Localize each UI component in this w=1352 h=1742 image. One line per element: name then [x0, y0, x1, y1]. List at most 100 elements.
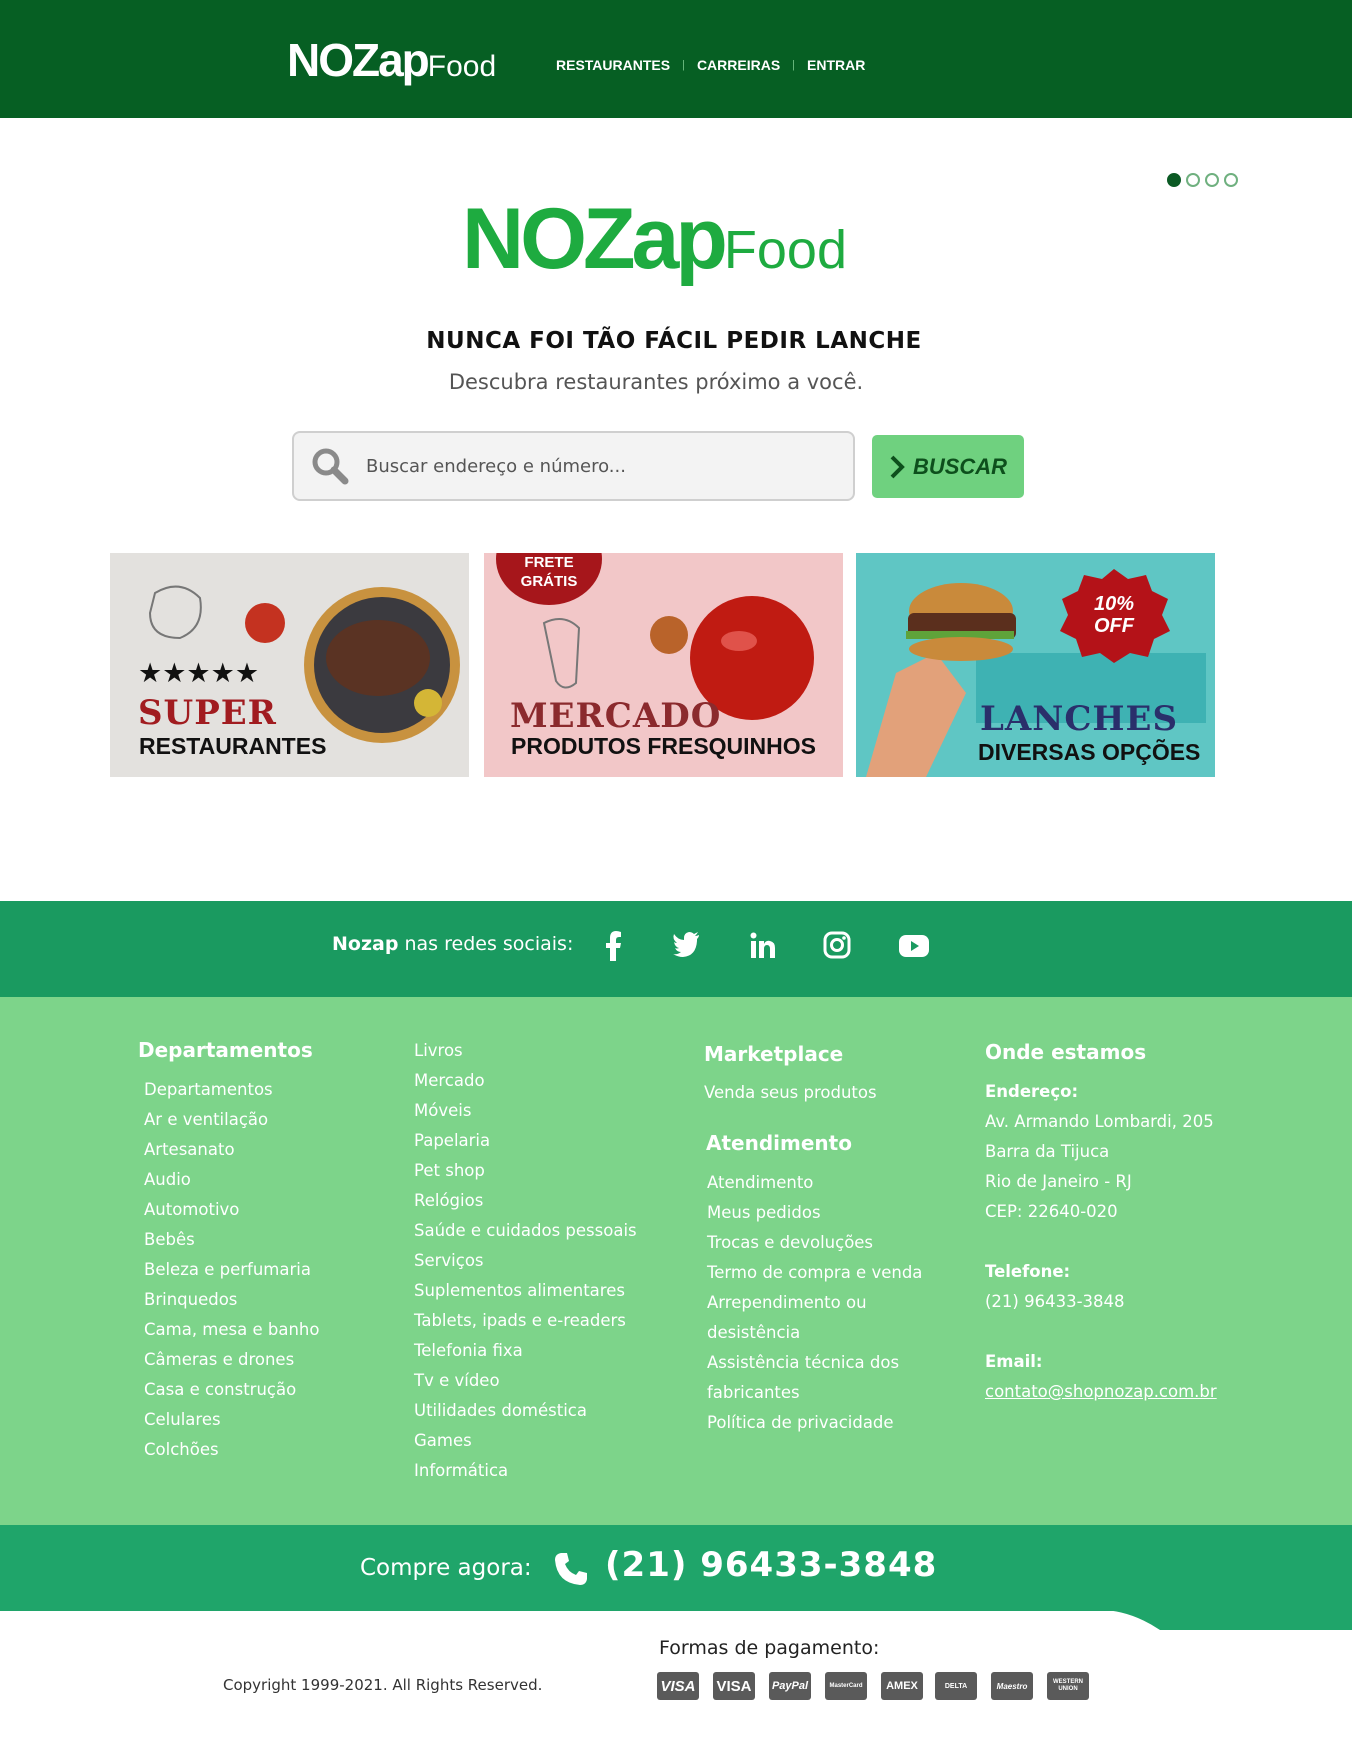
card-title: SUPER [138, 693, 277, 733]
card-subtitle: DIVERSAS OPÇÕES [978, 739, 1201, 765]
footer-link[interactable]: Beleza e perfumaria [144, 1255, 319, 1285]
footer-link[interactable]: Meus pedidos [707, 1198, 922, 1228]
footer-link[interactable]: Relógios [414, 1186, 637, 1216]
cta-label: Compre agora: [360, 1555, 532, 1581]
hero-headline: NUNCA FOI TÃO FÁCIL PEDIR LANCHE [426, 328, 922, 354]
footer-link[interactable]: Artesanato [144, 1135, 319, 1165]
card-title: MERCADO [510, 696, 722, 736]
payment-label: Formas de pagamento: [659, 1637, 880, 1659]
carousel-dot-3[interactable] [1205, 173, 1219, 187]
nav-entrar[interactable]: ENTRAR [807, 57, 865, 73]
cta-phone[interactable]: (21) 96433-3848 [605, 1545, 937, 1585]
footer-link[interactable]: Departamentos [144, 1075, 319, 1105]
footer-link[interactable]: Tv e vídeo [414, 1366, 637, 1396]
footer-link[interactable]: Venda seus produtos [704, 1078, 877, 1108]
youtube-icon[interactable] [899, 935, 929, 957]
footer-link[interactable]: Pet shop [414, 1156, 637, 1186]
footer-link[interactable]: Livros [414, 1036, 637, 1066]
facebook-icon[interactable] [604, 931, 622, 961]
footer-link[interactable]: Móveis [414, 1096, 637, 1126]
twitter-icon[interactable] [672, 931, 700, 959]
card-title: LANCHES [980, 699, 1179, 739]
rating-stars: ★★★★★ [138, 658, 260, 689]
promo-card-restaurantes[interactable]: ★★★★★ SUPER RESTAURANTES [110, 553, 469, 777]
footer-link[interactable]: desistência [707, 1318, 922, 1348]
promo-card-lanches[interactable]: 10% OFF LANCHES DIVERSAS OPÇÕES [856, 553, 1215, 777]
phone-label: Telefone: [985, 1262, 1071, 1281]
footer-link[interactable]: Assistência técnica dos [707, 1348, 922, 1378]
footer-link[interactable]: Tablets, ipads e e-readers [414, 1306, 637, 1336]
promo-card-mercado[interactable]: FRETE GRÁTIS MERCADO PRODUTOS FRESQUINHO… [484, 553, 843, 777]
search-input[interactable] [366, 455, 826, 477]
instagram-icon[interactable] [823, 931, 851, 959]
footer-link[interactable]: Mercado [414, 1066, 637, 1096]
address-line: Av. Armando Lombardi, 205 [985, 1112, 1214, 1131]
delta-icon: DELTA [935, 1672, 977, 1700]
footer-link[interactable]: Telefonia fixa [414, 1336, 637, 1366]
footer-link[interactable]: Audio [144, 1165, 319, 1195]
footer-link[interactable]: Celulares [144, 1405, 319, 1435]
footer-link[interactable]: Política de privacidade [707, 1408, 922, 1438]
footer-link[interactable]: Informática [414, 1456, 637, 1486]
footer-link[interactable]: Cama, mesa e banho [144, 1315, 319, 1345]
marketplace-title: Marketplace [704, 1042, 844, 1066]
search-button[interactable]: BUSCAR [872, 435, 1024, 498]
footer-link[interactable]: Ar e ventilação [144, 1105, 319, 1135]
footer-link[interactable]: Automotivo [144, 1195, 319, 1225]
linkedin-icon[interactable] [750, 931, 776, 959]
phone-value: (21) 96433-3848 [985, 1292, 1125, 1311]
hero-logo-bold: NOZap [462, 191, 728, 287]
footer-link[interactable]: Saúde e cuidados pessoais [414, 1216, 637, 1246]
marketplace-list: Venda seus produtos [704, 1078, 877, 1108]
social-label: Nozap nas redes sociais: [332, 933, 573, 955]
footer-link[interactable]: Arrependimento ou [707, 1288, 922, 1318]
footer-link[interactable]: Serviços [414, 1246, 637, 1276]
nav-carreiras[interactable]: CARREIRAS [697, 57, 780, 73]
hero-logo: NOZapFood [462, 190, 847, 289]
atendimento-title: Atendimento [706, 1131, 852, 1155]
free-shipping-text: FRETE GRÁTIS [520, 554, 578, 590]
nav-separator: | [682, 59, 685, 71]
search-box [292, 431, 855, 501]
nav-restaurantes[interactable]: RESTAURANTES [556, 57, 670, 73]
header-logo[interactable]: NOZapFood [287, 33, 496, 87]
card-subtitle: PRODUTOS FRESQUINHOS [511, 733, 816, 759]
discount-badge-text: 10% OFF [1093, 593, 1135, 637]
cta-curve [1100, 1610, 1352, 1630]
carousel-dot-2[interactable] [1186, 173, 1200, 187]
footer-link[interactable]: Utilidades doméstica [414, 1396, 637, 1426]
footer-link[interactable]: Brinquedos [144, 1285, 319, 1315]
carousel-dots [1167, 173, 1238, 187]
chevron-right-icon [890, 455, 905, 478]
footer-link[interactable]: Trocas e devoluções [707, 1228, 922, 1258]
footer-link[interactable]: Termo de compra e venda [707, 1258, 922, 1288]
footer-link[interactable]: Suplementos alimentares [414, 1276, 637, 1306]
atendimento-list: Atendimento Meus pedidos Trocas e devolu… [707, 1168, 922, 1438]
carousel-dot-1[interactable] [1167, 173, 1181, 187]
footer-link[interactable]: Colchões [144, 1435, 319, 1465]
carousel-dot-4[interactable] [1224, 173, 1238, 187]
western-union-icon: WESTERN UNION [1047, 1672, 1089, 1700]
email-label: Email: [985, 1352, 1043, 1371]
email-link[interactable]: contato@shopnozap.com.br [985, 1377, 1217, 1407]
mastercard-icon: MasterCard [825, 1672, 867, 1700]
footer-link[interactable]: Câmeras e drones [144, 1345, 319, 1375]
footer-link[interactable]: Casa e construção [144, 1375, 319, 1405]
footer-link[interactable]: Atendimento [707, 1168, 922, 1198]
card-subtitle: RESTAURANTES [139, 733, 327, 759]
visa-icon: VISA [713, 1672, 755, 1700]
address-line: Barra da Tijuca [985, 1142, 1110, 1161]
address-line: CEP: 22640-020 [985, 1202, 1118, 1221]
hero-logo-light: Food [723, 220, 847, 280]
footer-link[interactable]: fabricantes [707, 1378, 922, 1408]
amex-icon: AMEX [881, 1672, 923, 1700]
copyright: Copyright 1999-2021. All Rights Reserved… [223, 1676, 543, 1694]
logo-bold-text: NOZap [287, 34, 430, 86]
location-title: Onde estamos [985, 1040, 1147, 1064]
footer-link[interactable]: Bebês [144, 1225, 319, 1255]
main-nav: RESTAURANTES | CARREIRAS | ENTRAR [556, 57, 865, 73]
departments-list-2: Livros Mercado Móveis Papelaria Pet shop… [414, 1036, 637, 1486]
footer-link[interactable]: Games [414, 1426, 637, 1456]
phone-icon [555, 1553, 587, 1585]
footer-link[interactable]: Papelaria [414, 1126, 637, 1156]
